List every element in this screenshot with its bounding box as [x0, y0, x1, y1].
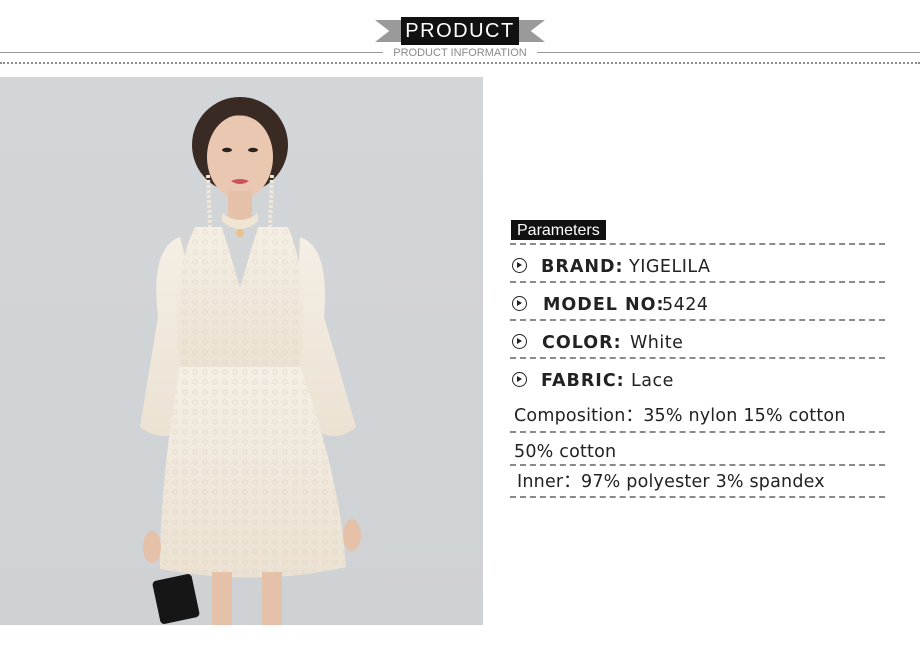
param-value-model: 5424 [662, 295, 709, 315]
param-label-brand: BRAND: [541, 257, 624, 277]
param-value-color: White [630, 333, 684, 353]
dashed-divider [510, 243, 885, 245]
param-value-brand: YIGELILA [629, 257, 711, 277]
header-ribbon: PRODUCT [375, 17, 545, 45]
dashed-divider [510, 464, 885, 466]
circle-arrow-icon [512, 372, 527, 387]
dashed-divider [510, 431, 885, 433]
dashed-divider [510, 281, 885, 283]
dashed-divider [510, 357, 885, 359]
param-label-model: MODEL NO: [543, 295, 665, 315]
dashed-divider [510, 319, 885, 321]
circle-arrow-icon [512, 296, 527, 311]
parameters-heading: Parameters [511, 220, 606, 240]
woman-in-white-lace-dress-image [140, 97, 361, 625]
param-label-color: COLOR: [542, 333, 622, 353]
product-photo [0, 77, 483, 625]
circle-arrow-icon [512, 258, 527, 273]
param-value-fabric: Lace [631, 371, 674, 391]
composition-text: Composition：35% nylon 15% cotton [514, 406, 846, 426]
composition-cont-text: 50% cotton [514, 442, 617, 462]
header-title: PRODUCT [401, 17, 519, 45]
header-subtitle: PRODUCT INFORMATION [383, 46, 537, 60]
header-dotted-divider [0, 62, 920, 64]
circle-arrow-icon [512, 334, 527, 349]
inner-text: Inner：97% polyester 3% spandex [517, 472, 825, 492]
dashed-divider [510, 496, 885, 498]
param-label-fabric: FABRIC: [541, 371, 625, 391]
